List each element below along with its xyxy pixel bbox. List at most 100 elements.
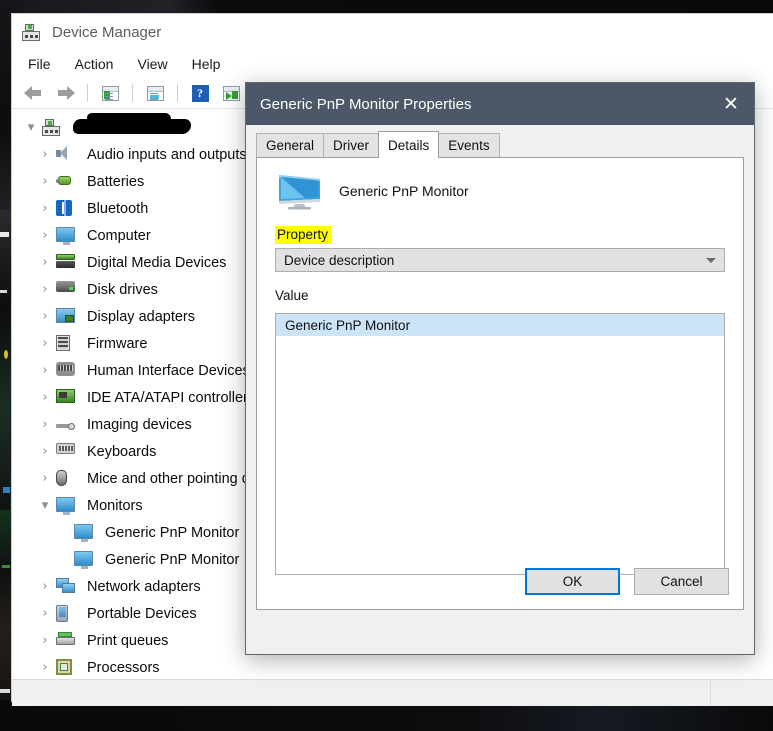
properties-button[interactable] <box>96 81 124 105</box>
tab-events[interactable]: Events <box>438 133 500 157</box>
chevron-right-icon[interactable]: › <box>34 580 56 593</box>
network-adapter-icon <box>56 577 78 596</box>
property-dropdown[interactable]: Device description <box>275 248 725 272</box>
tree-item-label: Disk drives <box>87 281 158 298</box>
tab-general[interactable]: General <box>256 133 325 157</box>
tree-item-label: Print queues <box>87 632 169 649</box>
forward-arrow-icon <box>55 86 75 100</box>
desktop-artifact <box>0 689 10 693</box>
show-hidden-devices-button[interactable] <box>141 81 169 105</box>
tab-details[interactable]: Details <box>378 131 440 158</box>
cancel-button[interactable]: Cancel <box>634 568 729 595</box>
menu-action[interactable]: Action <box>75 56 114 72</box>
value-listbox[interactable]: Generic PnP Monitor <box>275 313 725 575</box>
chevron-right-icon[interactable]: › <box>34 229 56 242</box>
monitor-icon <box>74 550 96 569</box>
menu-bar: File Action View Help <box>12 50 773 78</box>
ok-button[interactable]: OK <box>525 568 620 595</box>
chevron-right-icon[interactable]: › <box>34 310 56 323</box>
chevron-right-icon[interactable]: › <box>34 418 56 431</box>
help-button[interactable]: ? <box>186 81 214 105</box>
tree-item-label: Imaging devices <box>87 416 192 433</box>
device-name: Generic PnP Monitor <box>339 183 469 199</box>
tree-item-label: Firmware <box>87 335 148 352</box>
chevron-down-icon[interactable]: ▾ <box>34 499 56 512</box>
tree-item-label: Generic PnP Monitor <box>105 524 240 541</box>
update-driver-button[interactable] <box>217 81 245 105</box>
list-item[interactable]: Generic PnP Monitor <box>276 314 724 336</box>
desktop-artifact <box>3 487 10 493</box>
tree-item-label: Audio inputs and outputs <box>87 146 247 163</box>
toolbar-separator <box>87 84 88 102</box>
computer-root-icon <box>42 119 64 136</box>
chevron-down-icon <box>706 257 716 263</box>
chevron-down-icon[interactable]: ▾ <box>20 121 42 134</box>
digital-media-icon <box>56 253 78 272</box>
chevron-right-icon[interactable]: › <box>34 148 56 161</box>
back-arrow-icon <box>24 86 44 100</box>
dialog-titlebar: Generic PnP Monitor Properties ✕ <box>246 83 754 125</box>
properties-dialog: Generic PnP Monitor Properties ✕ General… <box>245 82 755 655</box>
tree-item-label: Display adapters <box>87 308 195 325</box>
ide-controller-icon <box>56 388 78 407</box>
speaker-icon <box>56 145 78 164</box>
tree-item-label: Computer <box>87 227 151 244</box>
window-titlebar: Device Manager <box>12 14 773 50</box>
back-button[interactable] <box>20 81 48 105</box>
monitor-icon <box>56 496 78 515</box>
mouse-icon <box>56 469 78 488</box>
firmware-icon <box>56 334 78 353</box>
chevron-right-icon[interactable]: › <box>34 445 56 458</box>
desktop-artifact <box>0 232 9 237</box>
update-driver-icon <box>222 85 240 101</box>
chevron-right-icon[interactable]: › <box>34 283 56 296</box>
dialog-tabs: General Driver Details Events <box>246 131 754 158</box>
dialog-panel: Generic PnP Monitor Property Device desc… <box>256 157 744 610</box>
dialog-buttons: OK Cancel <box>525 568 729 595</box>
properties-icon <box>101 85 119 101</box>
tree-item-label: Generic PnP Monitor <box>105 551 240 568</box>
device-manager-icon <box>22 23 42 41</box>
chevron-right-icon[interactable]: › <box>34 607 56 620</box>
display-adapter-icon <box>56 307 78 326</box>
chevron-right-icon[interactable]: › <box>34 391 56 404</box>
menu-view[interactable]: View <box>137 56 167 72</box>
chevron-right-icon[interactable]: › <box>34 337 56 350</box>
monitor-icon <box>279 175 320 210</box>
status-bar-secondary <box>711 680 773 706</box>
menu-help[interactable]: Help <box>192 56 221 72</box>
show-hidden-devices-icon <box>146 85 164 101</box>
redacted-computer-name <box>73 113 191 134</box>
chevron-right-icon[interactable]: › <box>34 202 56 215</box>
chevron-right-icon[interactable]: › <box>34 661 56 674</box>
tree-item-label: Network adapters <box>87 578 201 595</box>
forward-button[interactable] <box>51 81 79 105</box>
processor-icon <box>56 658 78 677</box>
dialog-title: Generic PnP Monitor Properties <box>260 95 472 113</box>
chevron-right-icon[interactable]: › <box>34 256 56 269</box>
chevron-right-icon[interactable]: › <box>34 364 56 377</box>
desktop-artifact <box>2 565 10 568</box>
tree-item-label: Processors <box>87 659 160 676</box>
tree-root-label <box>73 113 191 137</box>
monitor-icon <box>74 523 96 542</box>
chevron-right-icon[interactable]: › <box>34 175 56 188</box>
hid-icon <box>56 361 78 380</box>
property-label: Property <box>275 226 333 244</box>
toolbar-separator <box>177 84 178 102</box>
disk-drive-icon <box>56 280 78 299</box>
close-icon[interactable]: ✕ <box>708 83 754 125</box>
window-title: Device Manager <box>52 23 162 41</box>
desktop-background-strip <box>0 210 10 510</box>
menu-file[interactable]: File <box>28 56 51 72</box>
device-header: Generic PnP Monitor <box>257 158 743 210</box>
chevron-right-icon[interactable]: › <box>34 634 56 647</box>
tree-item-processors[interactable]: › Processors <box>12 654 773 681</box>
tree-item-label: Monitors <box>87 497 143 514</box>
tree-item-label: Human Interface Devices <box>87 362 250 379</box>
tree-item-label: Keyboards <box>87 443 157 460</box>
screen: Device Manager File Action View Help ? ▾… <box>0 0 773 731</box>
chevron-right-icon[interactable]: › <box>34 472 56 485</box>
portable-device-icon <box>56 604 78 623</box>
tab-driver[interactable]: Driver <box>323 133 380 157</box>
